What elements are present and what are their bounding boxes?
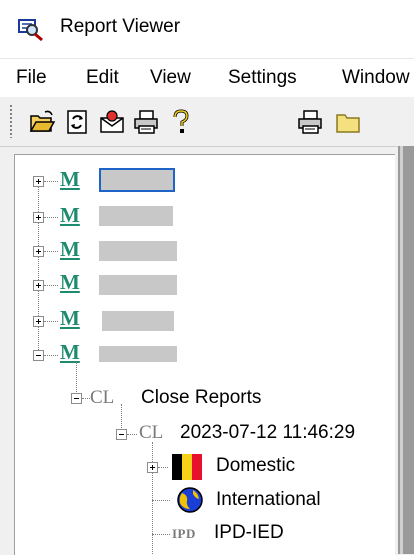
tree-item-label-redacted[interactable]: [102, 311, 174, 331]
mail-icon[interactable]: [98, 108, 126, 136]
tree-item-international[interactable]: International: [216, 489, 321, 511]
ipd-node-icon: IPD: [172, 526, 196, 541]
tree-item-close-reports[interactable]: Close Reports: [141, 387, 261, 409]
splitter-highlight: [400, 146, 403, 554]
tree-item-label-redacted[interactable]: [99, 241, 177, 261]
tree-item-label-redacted[interactable]: [99, 275, 177, 295]
expand-toggle[interactable]: [33, 212, 44, 223]
menu-window[interactable]: Window: [342, 67, 410, 89]
m-node-icon: M: [60, 237, 80, 261]
expand-toggle[interactable]: [147, 462, 158, 473]
print-icon[interactable]: [132, 108, 160, 136]
globe-icon: [176, 486, 204, 514]
menu-file[interactable]: File: [16, 67, 47, 89]
tree-connector: [152, 500, 170, 502]
tree-connector: [44, 285, 58, 287]
m-node-icon: M: [60, 167, 80, 191]
expand-toggle[interactable]: [33, 176, 44, 187]
tree-connector: [44, 251, 58, 253]
tree-connector: [44, 217, 58, 219]
m-node-icon: M: [60, 203, 80, 227]
folder-icon[interactable]: [334, 108, 362, 136]
tree-connector: [38, 182, 40, 360]
m-node-icon: M: [60, 270, 80, 294]
tree-item-ipd-ied[interactable]: IPD-IED: [214, 522, 284, 544]
tree-connector: [82, 398, 90, 400]
m-node-icon: M: [60, 340, 80, 364]
toolbar-grip[interactable]: [9, 104, 13, 138]
cl-node-icon: CL: [139, 422, 164, 443]
expand-toggle[interactable]: [33, 280, 44, 291]
help-icon[interactable]: [166, 108, 194, 136]
collapse-toggle[interactable]: [71, 393, 82, 404]
menu-settings[interactable]: Settings: [228, 67, 297, 89]
tree-connector: [76, 362, 78, 394]
cl-node-icon: CL: [90, 387, 115, 408]
magnifier-report-icon: [16, 16, 46, 42]
tree-item-selected[interactable]: [99, 168, 175, 192]
menu-view[interactable]: View: [150, 67, 191, 89]
belgium-flag-icon: [172, 454, 202, 480]
collapse-toggle[interactable]: [33, 350, 44, 361]
tree-connector: [44, 181, 58, 183]
tree-connector: [158, 467, 168, 469]
collapse-toggle[interactable]: [116, 429, 127, 440]
tree-connector: [44, 355, 58, 357]
tree-connector: [152, 534, 170, 536]
expand-toggle[interactable]: [33, 316, 44, 327]
menu-edit[interactable]: Edit: [86, 67, 119, 89]
tree-connector: [127, 434, 137, 436]
window-title: Report Viewer: [60, 16, 181, 37]
tree-item-domestic[interactable]: Domestic: [216, 455, 295, 477]
tree-item-timestamp[interactable]: 2023-07-12 11:46:29: [180, 422, 355, 444]
tree-connector: [121, 404, 123, 432]
print-icon[interactable]: [296, 108, 324, 136]
tree-item-label-redacted[interactable]: [99, 206, 173, 226]
m-node-icon: M: [60, 306, 80, 330]
tree-connector: [152, 442, 154, 554]
expand-toggle[interactable]: [33, 246, 44, 257]
tree-item-label-redacted[interactable]: [99, 346, 177, 362]
tree-connector: [44, 321, 58, 323]
open-folder-icon[interactable]: [28, 108, 56, 136]
refresh-icon[interactable]: [64, 108, 92, 136]
